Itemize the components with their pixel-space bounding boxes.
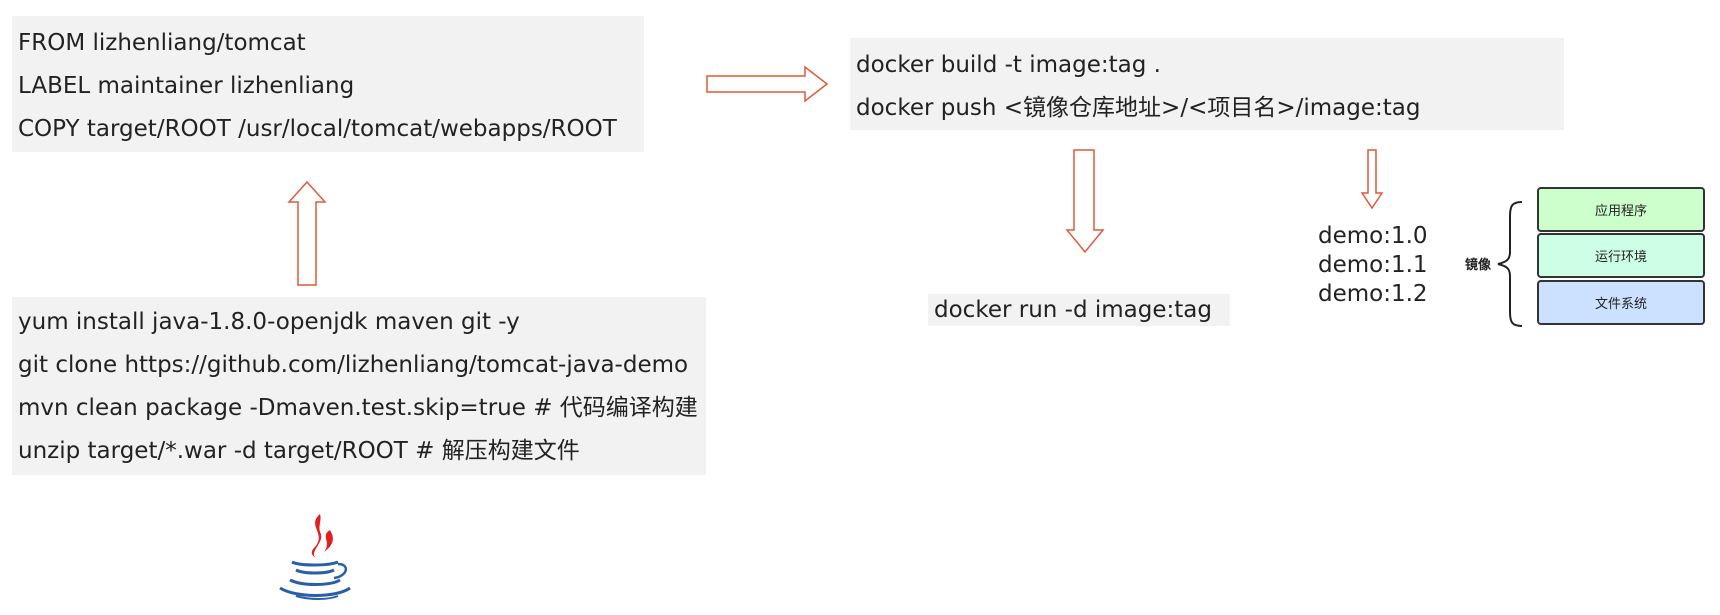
- build-step-line: yum install java-1.8.0-openjdk maven git…: [18, 309, 520, 335]
- down-arrow-icon: [1065, 149, 1105, 254]
- small-down-arrow-icon: [1360, 149, 1384, 210]
- build-step-line: git clone https://github.com/lizhenliang…: [18, 352, 689, 378]
- image-layers-label: 镜像: [1465, 258, 1492, 273]
- layer-runtime: 运行环境: [1537, 233, 1705, 278]
- docker-run-line: docker run -d image:tag: [934, 297, 1212, 323]
- docker-cmd-line: docker push <镜像仓库地址>/<项目名>/image:tag: [856, 95, 1421, 121]
- right-arrow-icon: [706, 65, 829, 103]
- build-step-line: mvn clean package -Dmaven.test.skip=true…: [18, 395, 698, 421]
- layer-application: 应用程序: [1537, 187, 1705, 232]
- curly-brace-icon: [1497, 201, 1523, 327]
- docker-commands-box: docker build -t image:tag . docker push …: [850, 38, 1564, 130]
- image-tag: demo:1.2: [1318, 281, 1428, 307]
- up-arrow-icon: [287, 180, 327, 286]
- java-logo-icon: [279, 514, 351, 600]
- dockerfile-line: COPY target/ROOT /usr/local/tomcat/webap…: [18, 116, 617, 142]
- build-steps-box: yum install java-1.8.0-openjdk maven git…: [12, 297, 706, 475]
- docker-run-box: docker run -d image:tag: [928, 294, 1230, 326]
- dockerfile-box: FROM lizhenliang/tomcat LABEL maintainer…: [12, 16, 644, 152]
- dockerfile-line: FROM lizhenliang/tomcat: [18, 30, 306, 56]
- layer-filesystem: 文件系统: [1537, 280, 1705, 325]
- build-step-line: unzip target/*.war -d target/ROOT # 解压构建…: [18, 438, 580, 464]
- image-tag: demo:1.0: [1318, 223, 1428, 249]
- image-tag: demo:1.1: [1318, 252, 1428, 278]
- docker-cmd-line: docker build -t image:tag .: [856, 52, 1161, 78]
- dockerfile-line: LABEL maintainer lizhenliang: [18, 73, 355, 99]
